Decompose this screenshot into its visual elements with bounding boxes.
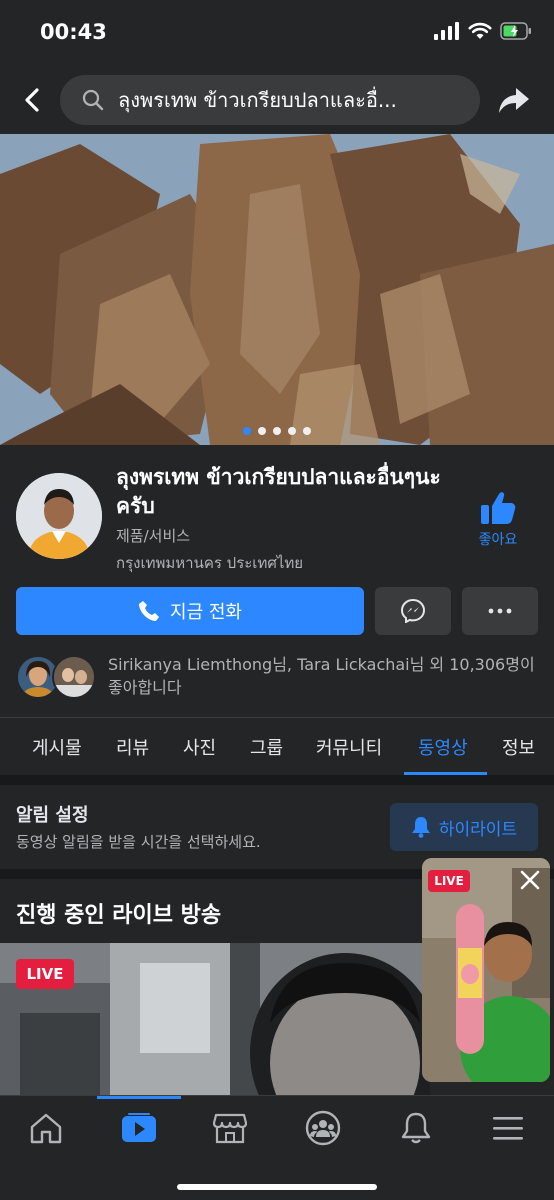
bottom-nav — [0, 1095, 554, 1200]
battery-icon — [500, 22, 531, 40]
nav-notifications[interactable] — [386, 1106, 446, 1150]
notification-title: 알림 설정 — [16, 805, 89, 826]
cover-photo[interactable] — [0, 134, 554, 445]
notification-subtitle: 동영상 알림을 받을 시간을 선택하세요. — [16, 833, 261, 851]
call-label: 지금 전화 — [170, 602, 242, 623]
wifi-icon — [468, 22, 492, 39]
nav-menu[interactable] — [478, 1106, 538, 1150]
more-options-button[interactable] — [462, 587, 538, 635]
more-icon — [488, 608, 512, 614]
highlights-button[interactable]: 하이라이트 — [390, 803, 538, 851]
pip-close-button[interactable] — [516, 866, 544, 894]
groups-icon — [305, 1110, 341, 1146]
page-tabs: 게시물 리뷰 사진 그룹 커뮤니티 동영상 정보 — [0, 717, 554, 775]
pip-live-badge: LIVE — [428, 870, 470, 892]
live-video-thumbnail[interactable]: LIVE — [0, 943, 430, 1095]
friends-like-row[interactable]: Sirikanya Liemthong님, Tara Lickachai님 외 … — [16, 653, 538, 701]
tab-posts[interactable]: 게시물 — [32, 718, 82, 776]
carousel-dot[interactable] — [273, 427, 281, 435]
home-indicator — [177, 1184, 377, 1190]
thumbs-up-icon — [481, 492, 516, 524]
page-location[interactable]: กรุงเทพมหานคร ประเทศไทย — [116, 551, 303, 575]
tab-community[interactable]: 커뮤니티 — [316, 718, 382, 776]
messenger-button[interactable] — [375, 587, 451, 635]
status-icons — [434, 22, 532, 40]
carousel-dot[interactable] — [288, 427, 296, 435]
search-icon — [82, 89, 104, 111]
bell-icon — [411, 817, 430, 838]
page-avatar[interactable] — [16, 473, 102, 559]
avatar-image — [16, 473, 102, 559]
chevron-left-icon — [25, 88, 39, 112]
live-badge: LIVE — [16, 959, 74, 989]
friend-avatars — [16, 655, 96, 699]
search-bar[interactable]: ลุงพรเทพ ข้าวเกรียบปลาและอื่... — [60, 75, 480, 125]
carousel-dot[interactable] — [243, 427, 251, 435]
signal-icon — [434, 22, 459, 40]
like-page-button[interactable]: 좋아요 — [470, 491, 526, 555]
nav-watch[interactable] — [109, 1106, 169, 1150]
call-now-button[interactable]: 지금 전화 — [16, 587, 364, 635]
top-header: ลุงพรเทพ ข้าวเกรียบปลาและอื่... — [0, 66, 554, 134]
marketplace-icon — [213, 1113, 247, 1144]
phone-icon — [139, 601, 160, 621]
tab-reviews[interactable]: 리뷰 — [116, 718, 149, 776]
friend-avatar — [52, 655, 96, 699]
carousel-dots[interactable] — [0, 427, 554, 435]
tab-photos[interactable]: 사진 — [183, 718, 216, 776]
tab-videos[interactable]: 동영상 — [418, 718, 468, 776]
page-category[interactable]: 제품/서비스 — [116, 525, 190, 546]
friends-like-text: Sirikanya Liemthong님, Tara Lickachai님 외 … — [108, 655, 535, 697]
menu-icon — [493, 1117, 523, 1140]
carousel-dot[interactable] — [303, 427, 311, 435]
home-icon — [30, 1113, 62, 1144]
status-time: 00:43 — [40, 20, 107, 44]
nav-groups[interactable] — [293, 1106, 353, 1150]
share-icon — [499, 88, 529, 113]
cover-image — [0, 134, 554, 445]
nav-marketplace[interactable] — [200, 1106, 260, 1150]
friend-avatar-image — [54, 657, 94, 697]
highlights-label: 하이라이트 — [438, 819, 518, 840]
back-button[interactable] — [14, 80, 50, 120]
messenger-icon — [401, 599, 425, 623]
page-name: ลุงพรเทพ ข้าวเกรียบปลาและอื่นๆนะครับ — [116, 465, 441, 518]
close-icon — [520, 870, 540, 890]
tab-groups[interactable]: 그룹 — [250, 718, 283, 776]
notification-settings: 알림 설정 동영상 알림을 받을 시간을 선택하세요. 하이라이트 — [0, 785, 554, 869]
share-button[interactable] — [494, 80, 534, 120]
watch-icon — [122, 1113, 156, 1142]
status-bar: 00:43 — [0, 0, 554, 66]
nav-active-indicator — [97, 1096, 181, 1099]
like-label: 좋아요 — [478, 532, 518, 548]
search-query: ลุงพรเทพ ข้าวเกรียบปลาและอื่... — [118, 88, 397, 112]
live-section-title: 진행 중인 라이브 방송 — [16, 903, 222, 928]
bell-icon — [401, 1112, 431, 1144]
carousel-dot[interactable] — [258, 427, 266, 435]
pip-video-player[interactable]: LIVE — [422, 858, 550, 1082]
page-info: ลุงพรเทพ ข้าวเกรียบปลาและอื่นๆนะครับ 제품/… — [0, 445, 554, 717]
nav-home[interactable] — [16, 1106, 76, 1150]
tab-about[interactable]: 정보 — [502, 718, 535, 776]
active-tab-indicator — [404, 772, 487, 775]
